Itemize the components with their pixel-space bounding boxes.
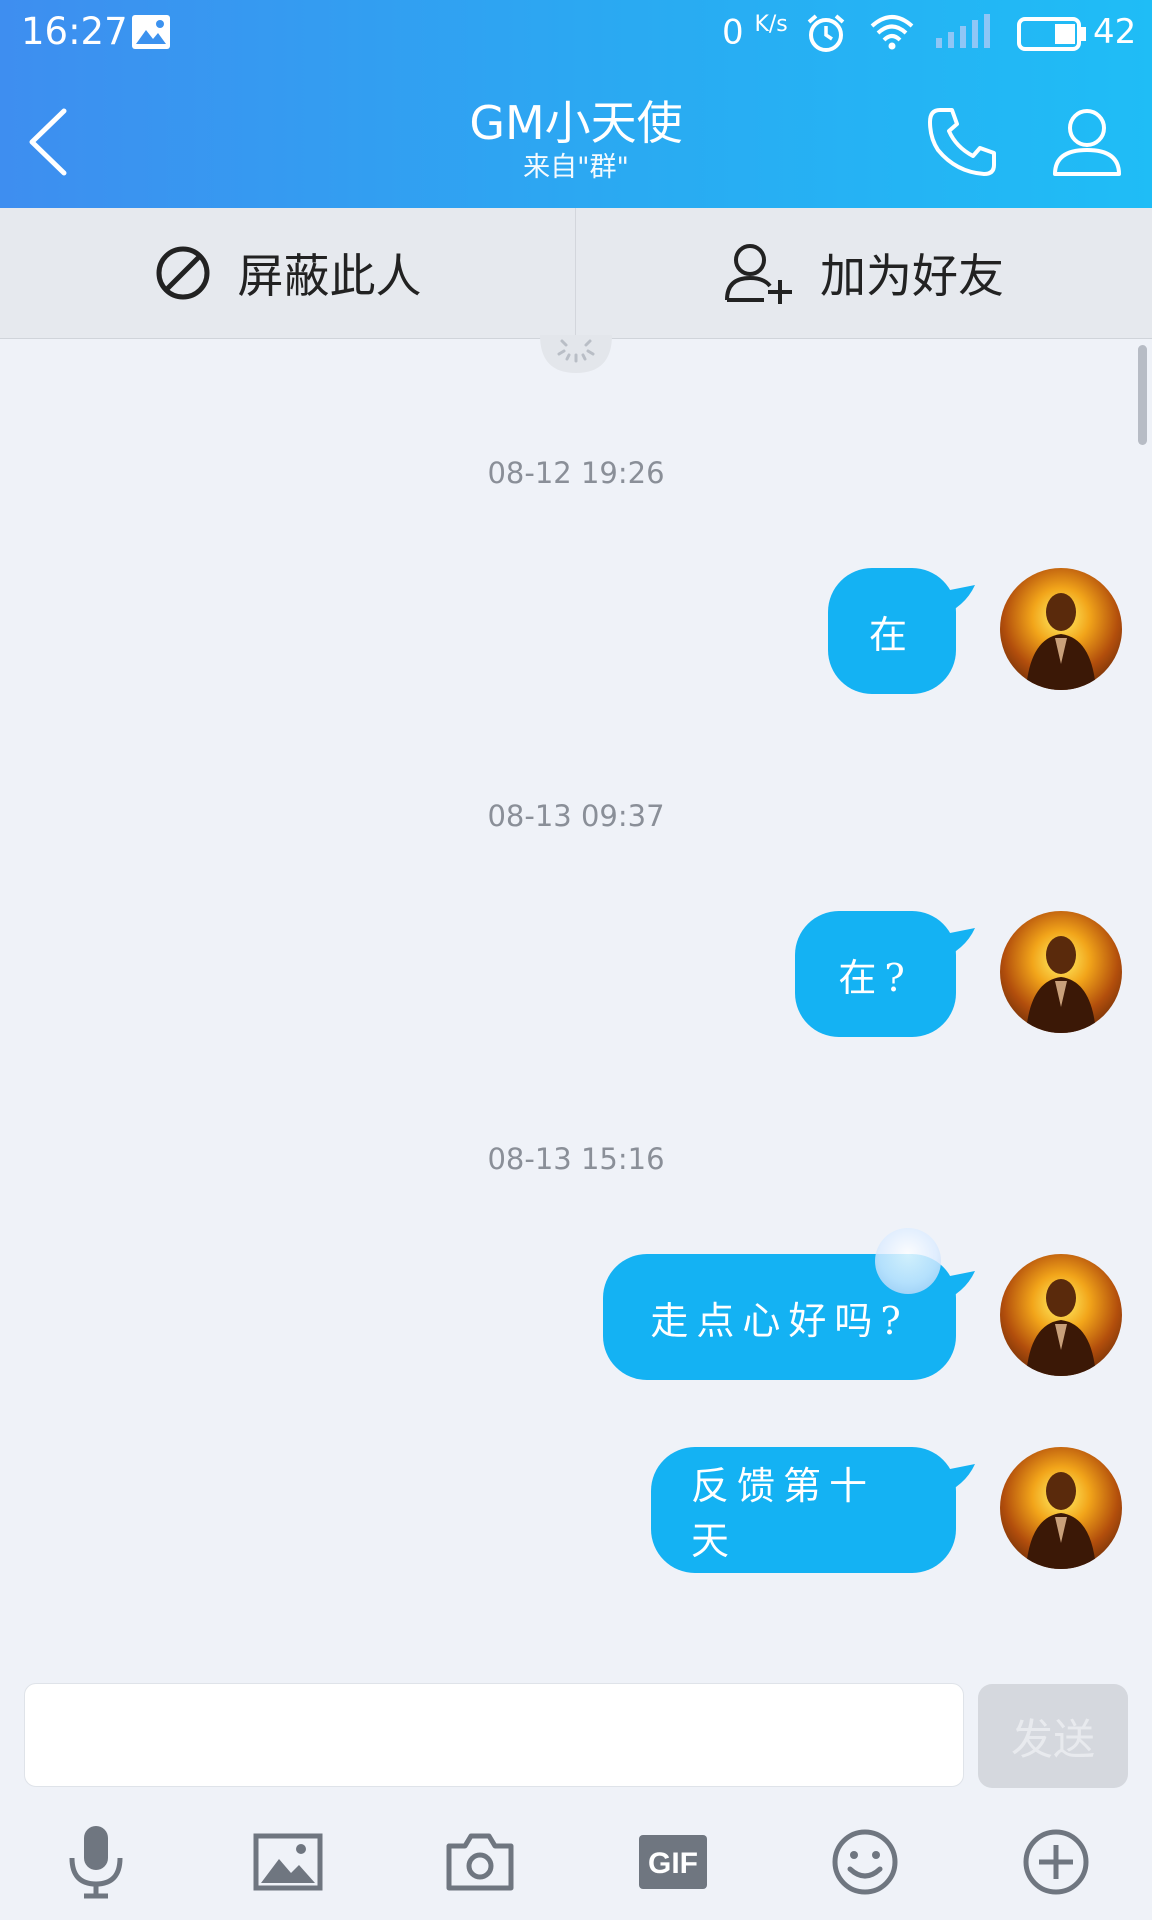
image-icon[interactable] (248, 1822, 328, 1902)
block-icon (156, 246, 209, 300)
bubble-tail (935, 1271, 975, 1303)
header: 16:27 0 K/s 42 GM小天使 来自"群" (0, 0, 1152, 208)
chat-title-block: GM小天使 来自"群" (376, 96, 776, 186)
avatar[interactable] (1000, 1254, 1122, 1376)
phone-icon (928, 108, 996, 176)
scrollbar[interactable] (1138, 345, 1147, 445)
add-friend-icon (725, 244, 792, 304)
action-bar: 屏蔽此人 加为好友 (0, 208, 1152, 339)
chat-area[interactable]: 08-12 19:26 在 08-13 09:37 在? 08-13 15:16… (0, 335, 1152, 1670)
person-icon (1053, 109, 1121, 176)
loading-spinner-icon (540, 335, 612, 379)
send-button[interactable]: 发送 (978, 1684, 1128, 1788)
status-bar: 16:27 0 K/s 42 (0, 0, 1152, 66)
person-figure-icon (1026, 936, 1096, 1033)
chevron-left-icon (29, 108, 67, 176)
profile-button[interactable] (1049, 104, 1125, 180)
net-speed-value: 0 (722, 12, 744, 53)
message-timestamp: 08-12 19:26 (487, 456, 665, 490)
net-speed-unit: K/s (754, 12, 788, 37)
avatar[interactable] (1000, 568, 1122, 690)
block-user-label: 屏蔽此人 (237, 249, 422, 303)
back-button[interactable] (22, 105, 78, 177)
wifi-icon (870, 14, 914, 54)
person-figure-icon (1026, 593, 1096, 690)
touch-indicator (875, 1228, 941, 1294)
status-time: 16:27 (21, 10, 128, 53)
microphone-icon[interactable] (56, 1822, 136, 1902)
message-bubble[interactable]: 在? (795, 911, 956, 1037)
bubble-tail (935, 928, 975, 960)
alarm-icon (805, 12, 847, 58)
bubble-tail (935, 1464, 975, 1496)
avatar[interactable] (1000, 1447, 1122, 1569)
camera-icon[interactable] (440, 1822, 520, 1902)
avatar[interactable] (1000, 911, 1122, 1033)
page-subtitle: 来自"群" (523, 152, 629, 183)
bubble-tail (935, 585, 975, 617)
add-friend-label: 加为好友 (820, 249, 1004, 303)
message-input[interactable] (24, 1683, 964, 1787)
battery-level: 42 (1093, 12, 1137, 52)
battery-icon (1017, 17, 1087, 55)
add-friend-button[interactable]: 加为好友 (576, 208, 1152, 338)
call-button[interactable] (926, 104, 1002, 180)
gif-icon[interactable]: GIF (633, 1822, 713, 1902)
emoji-icon[interactable] (825, 1822, 905, 1902)
message-timestamp: 08-13 09:37 (487, 799, 665, 833)
message-bubble[interactable]: 反馈第十天 (651, 1447, 956, 1573)
signal-icon (934, 14, 994, 54)
block-user-button[interactable]: 屏蔽此人 (0, 208, 575, 338)
message-timestamp: 08-13 15:16 (487, 1142, 665, 1176)
person-figure-icon (1026, 1279, 1096, 1376)
gif-label: GIF (648, 1847, 698, 1880)
plus-icon[interactable] (1016, 1822, 1096, 1902)
page-title: GM小天使 (469, 96, 683, 150)
person-figure-icon (1026, 1472, 1096, 1569)
gallery-notification-icon (131, 14, 171, 54)
net-speed: 0 K/s (722, 12, 788, 52)
